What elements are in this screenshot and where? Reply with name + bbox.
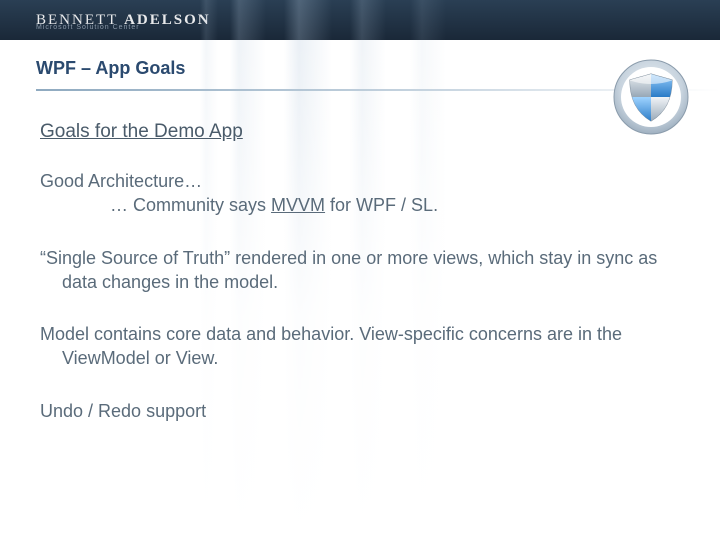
bullet-4: Undo / Redo support	[40, 399, 670, 423]
bullet-1-line2-suffix: for WPF / SL.	[325, 195, 438, 215]
slide-body: Goals for the Demo App Good Architecture…	[0, 99, 720, 423]
brand-tagline: Microsoft Solution Center	[36, 24, 140, 31]
bullet-3: Model contains core data and behavior. V…	[40, 322, 670, 371]
bullet-1-line2-prefix: … Community says	[110, 195, 271, 215]
shield-icon	[612, 58, 690, 141]
bullet-2: “Single Source of Truth” rendered in one…	[40, 246, 670, 295]
header-band: BENNETT ADELSON Microsoft Solution Cente…	[0, 0, 720, 40]
bullet-1: Good Architecture… … Community says MVVM…	[40, 169, 670, 218]
slide-subtitle: Goals for the Demo App	[40, 121, 670, 143]
bullet-1-line1: Good Architecture…	[40, 171, 202, 191]
bullet-1-emphasis: MVVM	[271, 195, 325, 215]
